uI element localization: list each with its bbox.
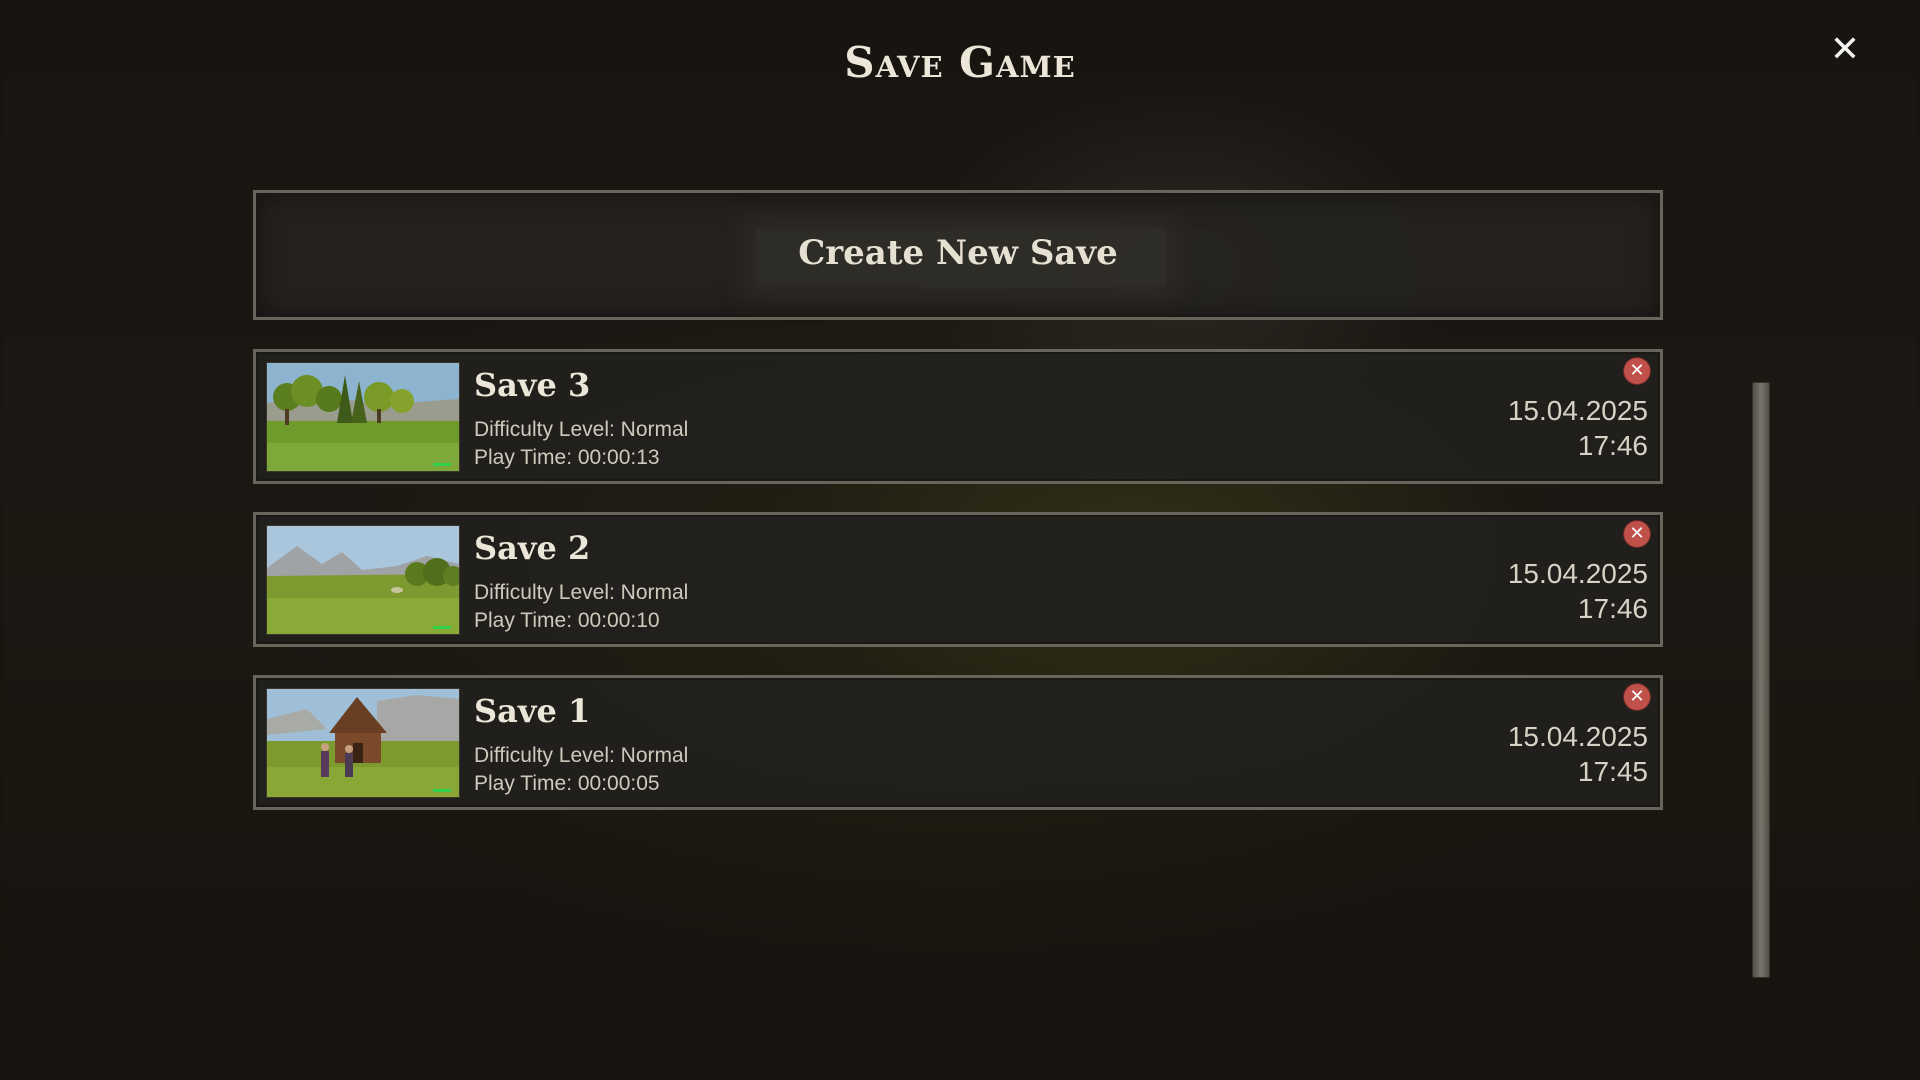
delete-save-icon[interactable]: ✕ (1624, 684, 1650, 710)
save-time-of-day: 17:46 (1577, 593, 1648, 624)
close-icon[interactable]: ✕ (1825, 30, 1865, 70)
save-difficulty: Difficulty Level: Normal (474, 744, 689, 767)
save-time-of-day: 17:45 (1577, 756, 1648, 787)
save-playtime: Play Time: 00:00:10 (474, 609, 660, 632)
save-date: 15.04.2025 (1507, 558, 1648, 589)
save-name: Save 3 (474, 366, 591, 404)
save-slot[interactable]: Save 3 Difficulty Level: Normal Play Tim… (253, 349, 1663, 484)
save-difficulty: Difficulty Level: Normal (474, 418, 689, 441)
save-date: 15.04.2025 (1507, 721, 1648, 752)
delete-save-icon[interactable]: ✕ (1624, 521, 1650, 547)
save-difficulty: Difficulty Level: Normal (474, 581, 689, 604)
delete-save-icon[interactable]: ✕ (1624, 358, 1650, 384)
save-name: Save 2 (474, 529, 591, 567)
save-thumbnail (266, 362, 460, 472)
save-thumbnail (266, 525, 460, 635)
scrollbar[interactable] (1752, 382, 1770, 978)
save-playtime: Play Time: 00:00:13 (474, 446, 660, 469)
save-slot[interactable]: Save 2 Difficulty Level: Normal Play Tim… (253, 512, 1663, 647)
save-name: Save 1 (474, 692, 591, 730)
create-new-save-label: Create New Save (798, 233, 1118, 273)
save-playtime: Play Time: 00:00:05 (474, 772, 660, 795)
page-title: Save Game (844, 38, 1076, 87)
save-slot[interactable]: Save 1 Difficulty Level: Normal Play Tim… (253, 675, 1663, 810)
save-date: 15.04.2025 (1507, 395, 1648, 426)
save-time-of-day: 17:46 (1577, 430, 1648, 461)
save-list: Save 3 Difficulty Level: Normal Play Tim… (253, 349, 1663, 838)
save-thumbnail (266, 688, 460, 798)
create-new-save-button[interactable]: Create New Save (253, 190, 1663, 320)
